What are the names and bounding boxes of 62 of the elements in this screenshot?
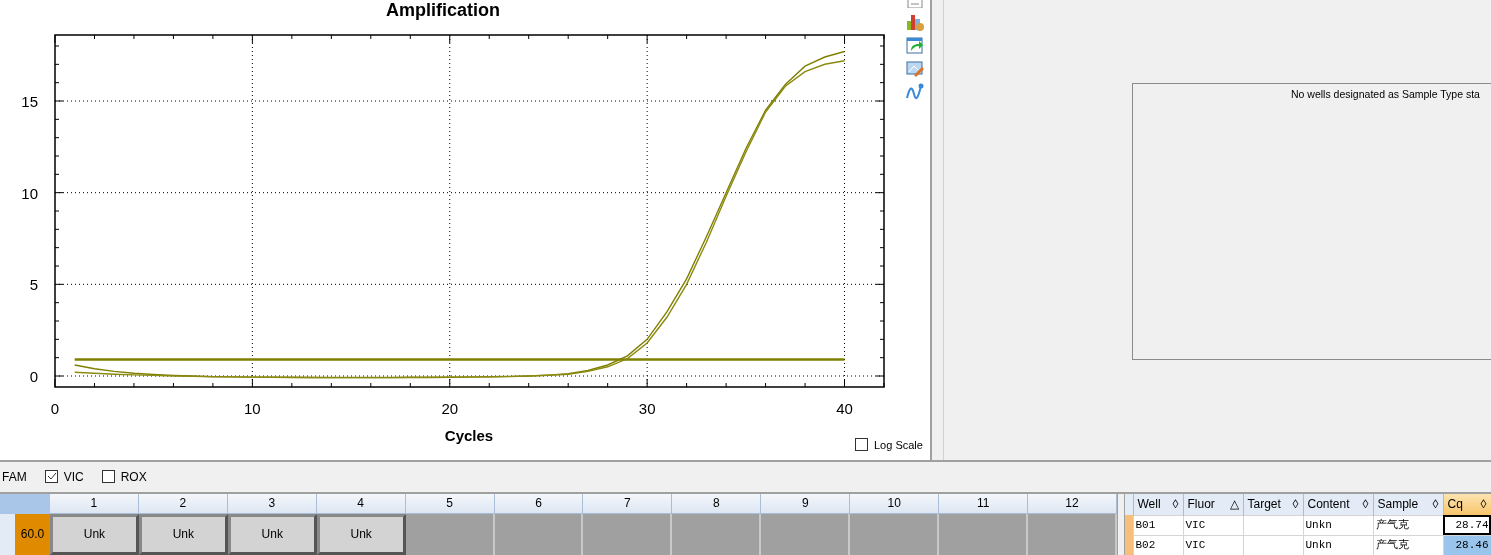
column-header[interactable]: Content ◊ [1303,494,1373,515]
column-header: 11 [939,494,1029,514]
axis-tick-label: 10 [21,184,38,202]
column-header[interactable]: Sample ◊ [1373,494,1443,515]
table-cell [1243,515,1303,535]
column-header: 1 [50,494,139,514]
image-pencil-icon[interactable] [905,59,925,77]
column-header: 5 [405,494,495,514]
column-header[interactable]: Fluor △ [1183,494,1243,515]
sort-icon: ◊ [1480,495,1487,514]
sort-icon: ◊ [1292,495,1299,514]
column-header[interactable]: Cq ◊ [1443,494,1491,515]
column-header[interactable]: Target ◊ [1243,494,1303,515]
column-header: 8 [672,494,762,514]
checkbox-label: Log Scale [874,439,923,451]
log-scale-checkbox[interactable] [855,438,868,451]
table-cell: 28.74 [1443,515,1491,535]
row-header [0,514,15,555]
sort-icon: △ [1229,495,1239,514]
sort-icon: ◊ [1432,495,1439,514]
well-cell[interactable]: Unk [50,514,139,555]
column-header: 12 [1028,494,1117,514]
sort-icon: ◊ [1362,495,1369,514]
table-cell: 产气克 [1373,515,1443,535]
axis-tick-label: 0 [29,368,38,385]
column-header: 3 [227,494,317,514]
column-header: 9 [761,494,851,514]
column-header: 4 [316,494,406,514]
fluor-checkbox[interactable] [101,470,115,483]
line-graph-icon[interactable] [905,82,925,100]
fluor-label: FAM [2,470,27,484]
axis-tick-label: 30 [638,400,656,417]
plate-corner [0,494,50,514]
chart-gear-icon[interactable] [905,13,925,31]
axis-tick-label: 0 [50,400,60,417]
column-header[interactable]: Well ◊ [1133,494,1183,515]
axis-tick-label: 40 [836,400,853,417]
axis-tick-label: 10 [244,400,261,417]
axis-tick-label: 15 [21,93,38,110]
column-header: 10 [850,494,940,514]
empty-message: No wells designated as Sample Type sta [1291,88,1480,100]
axis-title: Cycles [444,427,494,444]
table-cell: VIC [1183,515,1243,535]
column-header: 7 [583,494,673,514]
well-cell[interactable]: Unk [227,514,317,555]
sort-icon: ◊ [1172,495,1179,514]
axis-tick-label: 20 [441,400,459,417]
column-header: 6 [494,494,584,514]
table-cell: B02 [1133,535,1183,555]
document-icon[interactable] [905,0,925,8]
fluor-label: VIC [63,470,84,484]
chart-title: Amplification [386,0,500,20]
table-cell: Unkn [1303,515,1373,535]
table-cell: B01 [1133,515,1183,535]
well-cell[interactable]: Unk [138,514,228,555]
splitter-bar[interactable] [930,0,944,460]
fluor-label: ROX [120,470,147,484]
row-value-cell: 60.0 [15,514,50,555]
column-header: 2 [138,494,228,514]
axis-tick-label: 5 [29,276,38,294]
fluor-checkbox[interactable] [44,470,58,483]
well-cell[interactable]: Unk [316,514,406,555]
